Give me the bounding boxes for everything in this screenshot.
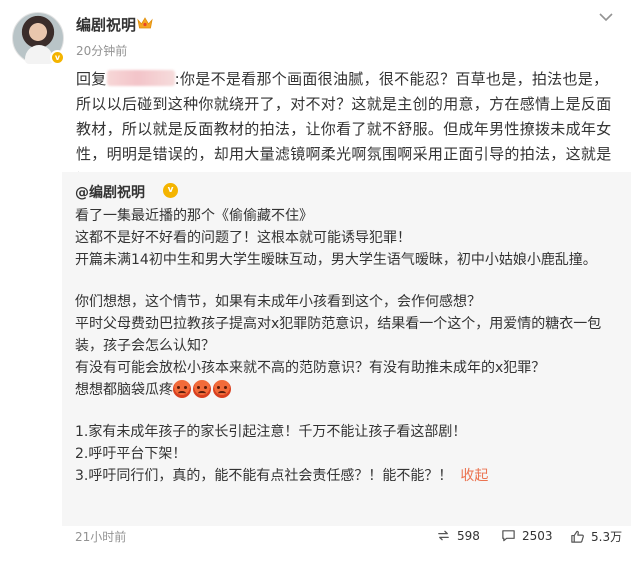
repost-button[interactable]: 598 [436,528,480,543]
thumbs-up-icon [571,530,584,543]
avatar-figure [25,45,53,64]
crown-icon [137,17,153,29]
quoted-line: 看了一集最近播的那个《偷偷藏不住》 [75,208,313,224]
quoted-line: 想想都脑袋瓜疼 [75,379,623,401]
quoted-author[interactable]: @编剧祝明 [75,182,145,202]
quoted-line: 有没有可能会放松小孩本来就不高的范防意识？有没有助推未成年的x犯罪？ [75,360,546,376]
like-count: 5.3万 [591,530,623,544]
comment-icon [502,530,515,542]
comment-button[interactable]: 2503 [501,528,553,543]
angry-face-emoji-icon [193,380,211,398]
quoted-line-text: 3.呼吁同行们，真的，能不能有点社会责任感？！能不能？！ [75,468,453,484]
angry-face-emoji-icon [173,380,191,398]
weibo-post-card: v 编剧祝明 20分钟前 回复:你是不是看那个画面很油腻，很不能忍？百草也是，拍… [0,0,631,562]
verified-badge-icon: v [50,50,65,65]
reply-content: :你是不是看那个画面很油腻，很不能忍？百草也是，拍法也是，所以以后碰到这种你就绕… [76,70,612,188]
post-time[interactable]: 20分钟前 [76,42,127,59]
quoted-line: 1.家有未成年孩子的家长引起注意！千万不能让孩子看这部剧！ [75,424,467,440]
quoted-time[interactable]: 21小时前 [75,528,126,545]
author-name[interactable]: 编剧祝明 [76,14,136,35]
quoted-line: 2.呼吁平台下架！ [75,446,187,462]
quoted-body: 看了一集最近播的那个《偷偷藏不住》 这都不是好不好看的问题了！这根本就可能诱导犯… [75,205,623,487]
quoted-line: 这都不是好不好看的问题了！这根本就可能诱导犯罪！ [75,230,411,246]
quoted-line-text: 想想都脑袋瓜疼 [75,382,173,398]
collapse-link[interactable]: 收起 [460,468,488,484]
quoted-line: 3.呼吁同行们，真的，能不能有点社会责任感？！能不能？！ 收起 [75,465,623,487]
quoted-line: 你们想想，这个情节，如果有未成年小孩看到这个，会作何感想？ [75,294,481,310]
comment-count: 2503 [522,528,553,543]
like-button[interactable]: 5.3万 [570,528,622,545]
repost-count: 598 [457,528,480,543]
repost-icon [438,530,449,541]
quoted-post[interactable]: @编剧祝明 v 看了一集最近播的那个《偷偷藏不住》 这都不是好不好看的问题了！这… [62,172,631,526]
masked-username [106,70,175,86]
quoted-footer: 21小时前 598 2503 5.3万 [75,528,631,548]
quoted-verified-badge-icon: v [163,183,178,198]
quoted-line: 平时父母费劲巴拉教孩子提高对x犯罪防范意识，结果看一个这个，用爱情的糖衣一包装，… [75,316,602,354]
reply-prefix: 回复 [76,70,107,88]
more-horizontal-icon[interactable] [597,10,615,24]
quoted-line: 开篇未满14初中生和男大学生暧昧互动，男大学生语气暧昧，初中小姑娘小鹿乱撞。 [75,252,597,268]
angry-face-emoji-icon [213,380,231,398]
